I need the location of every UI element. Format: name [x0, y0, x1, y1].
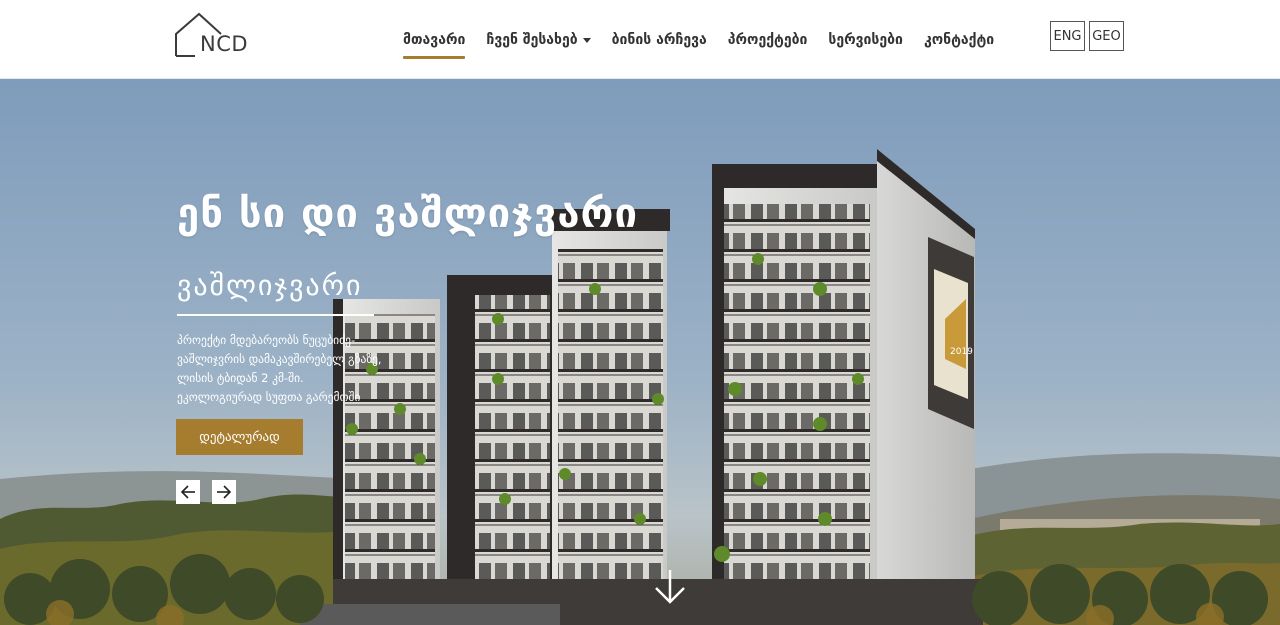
- hero-description-line: ეკოლოგიურად სუფთა გარემოში: [177, 390, 361, 404]
- nav-label: პროექტები: [727, 32, 808, 48]
- nav-item-choose-apartment[interactable]: ბინის არჩევა: [612, 29, 707, 51]
- logo-text: NCD: [200, 32, 249, 56]
- nav-item-contact[interactable]: კონტაქტი: [924, 29, 994, 51]
- hero-description: პროექტი მდებარეობს ნუცუბიძე- ვაშლიჯვრის …: [177, 331, 417, 407]
- arrow-right-icon: [217, 485, 232, 499]
- arrow-down-icon: [655, 570, 685, 604]
- nav-label: კონტაქტი: [923, 32, 995, 48]
- nav-item-home[interactable]: მთავარი: [403, 29, 466, 59]
- nav-label: ბინის არჩევა: [611, 32, 707, 48]
- slider-prev-button[interactable]: [176, 480, 200, 504]
- main-nav: მთავარი ჩვენ შესახებ ბინის არჩევა პროექტ…: [403, 25, 1015, 59]
- nav-item-projects[interactable]: პროექტები: [728, 29, 808, 51]
- nav-item-services[interactable]: სერვისები: [828, 29, 903, 51]
- site-header: NCD მთავარი ჩვენ შესახებ ბინის არჩევა პრ…: [0, 0, 1280, 79]
- arrow-left-icon: [180, 485, 195, 499]
- hero-subtitle: ვაშლიჯვარი: [177, 269, 363, 302]
- nav-label: ჩვენ შესახებ: [486, 32, 578, 48]
- slider-next-button[interactable]: [212, 480, 236, 504]
- nav-item-about[interactable]: ჩვენ შესახებ: [486, 29, 591, 51]
- details-button[interactable]: დეტალურად: [176, 419, 303, 455]
- billboard-year: 2019: [950, 347, 973, 357]
- hero-description-line: ლისის ტბიდან 2 კმ-ში.: [177, 371, 304, 385]
- chevron-down-icon: [582, 37, 591, 43]
- hero-description-line: ვაშლიჯვრის დამაკავშირებელ გზაზე,: [177, 352, 382, 366]
- lang-button-eng[interactable]: ENG: [1050, 21, 1085, 51]
- hero-slider: 2019 ენ სი დი ვაშლიჯვარი ვაშლიჯვარი პროე…: [0, 79, 1280, 625]
- hero-underline-divider: [177, 314, 374, 316]
- scroll-down-button[interactable]: [653, 568, 687, 606]
- language-switcher: ENG GEO: [1050, 21, 1124, 51]
- logo[interactable]: NCD: [175, 12, 271, 60]
- hero-title: ენ სი დი ვაშლიჯვარი: [177, 191, 638, 237]
- hero-description-line: პროექტი მდებარეობს ნუცუბიძე-: [177, 333, 356, 347]
- lang-button-geo[interactable]: GEO: [1089, 21, 1124, 51]
- nav-label: სერვისები: [828, 32, 903, 48]
- nav-label: მთავარი: [403, 32, 466, 48]
